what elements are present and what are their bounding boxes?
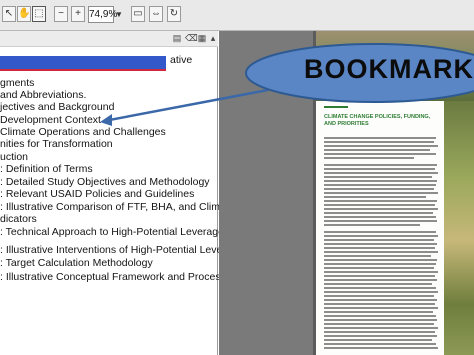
viewer-window: ↖ ✋ ⬚ − + 74,9% ▼ ▭ ⇔ ↻ ▤ ⌫ ▦ ▴ ative gm… [0, 0, 474, 355]
callout-label: BOOKMARK [304, 54, 474, 84]
bookmark-callout: BOOKMARK [244, 42, 474, 103]
